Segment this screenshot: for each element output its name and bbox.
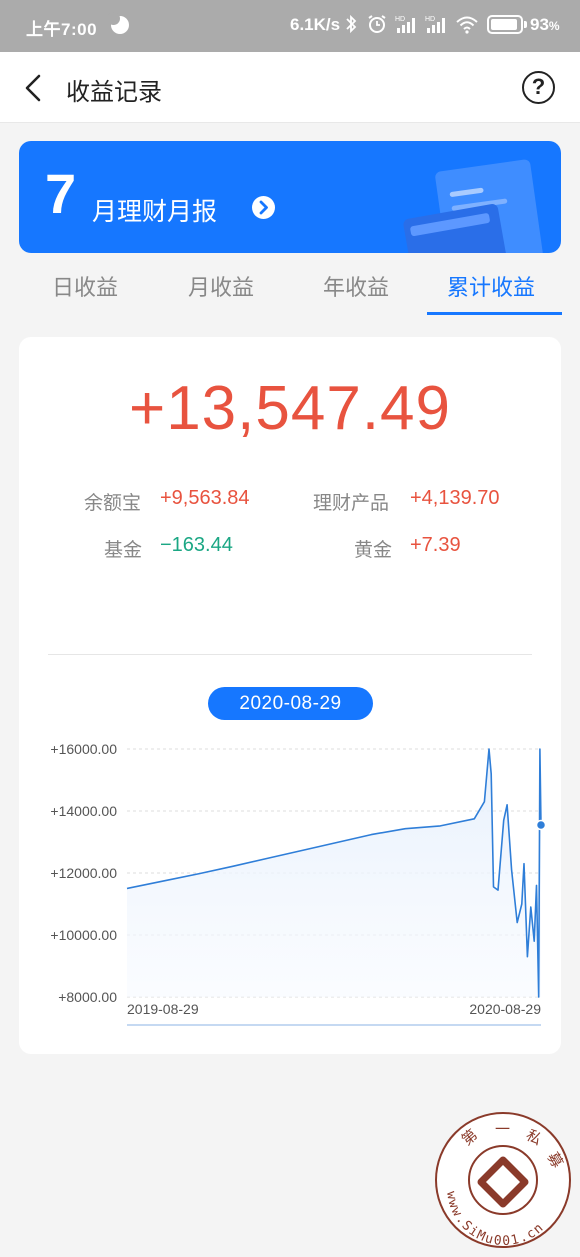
chevron-right-icon [252, 196, 275, 219]
battery-tip [524, 21, 527, 28]
monthly-report-banner[interactable]: 7 月理财月报 [19, 141, 561, 253]
category-value-funds: −163.44 [160, 534, 233, 556]
category-value-yuebao: +9,563.84 [160, 487, 250, 509]
status-time: 上午7:00 [26, 20, 98, 39]
watermark-logo: 第 一 私 募 www.SiMu001.cn [435, 1112, 571, 1249]
battery-icon [487, 15, 523, 34]
network-speed: 6.1K/s [290, 15, 341, 34]
y-tick-label: +10000.00 [50, 927, 117, 943]
tab-cumulative[interactable]: 累计收益 [447, 270, 535, 302]
svg-text:HD: HD [395, 16, 405, 23]
nav-bar: 收益记录 ? [0, 52, 580, 123]
report-illustration-icon [403, 159, 543, 253]
page-title: 收益记录 [66, 78, 162, 106]
selected-date-badge: 2020-08-29 [208, 687, 373, 720]
tab-yearly[interactable]: 年收益 [323, 270, 389, 302]
back-arrow-icon[interactable] [18, 72, 50, 104]
y-tick-label: +8000.00 [58, 989, 117, 1005]
divider [48, 654, 532, 655]
banner-text: 月理财月报 [92, 197, 218, 226]
y-tick-label: +14000.00 [50, 803, 117, 819]
tab-daily[interactable]: 日收益 [52, 270, 118, 302]
svg-text:HD: HD [425, 16, 435, 23]
wifi-icon [456, 16, 478, 34]
category-value-wealth-products: +4,139.70 [410, 487, 500, 509]
help-icon[interactable]: ? [522, 71, 555, 104]
alarm-icon [368, 15, 386, 33]
x-tick-label: 2020-08-29 [469, 1001, 541, 1017]
earnings-chart[interactable]: +16000.00 +14000.00 +12000.00 +10000.00 +800… [19, 729, 561, 1029]
earnings-tabs: 日收益 月收益 年收益 累计收益 [19, 258, 562, 316]
hd-signal-icon: HD [425, 16, 445, 33]
chart-highlight-point [535, 819, 547, 831]
battery-value: 93 [530, 15, 549, 34]
moon-icon [107, 12, 129, 34]
category-label-funds: 基金 [104, 539, 143, 561]
earnings-card: +13,547.49 余额宝 +9,563.84 理财产品 +4,139.70 … [19, 337, 561, 1054]
category-value-gold: +7.39 [410, 534, 461, 556]
bluetooth-icon [346, 14, 357, 34]
category-label-wealth-products: 理财产品 [313, 492, 390, 514]
status-icons: HD HD [343, 14, 479, 34]
battery-percent: 93% [530, 15, 560, 35]
hd-signal-icon: HD [395, 16, 415, 33]
total-earnings: +13,547.49 [128, 374, 452, 443]
y-tick-label: +12000.00 [50, 865, 117, 881]
battery-unit: % [548, 19, 560, 33]
category-label-gold: 黄金 [354, 539, 393, 561]
x-tick-label: 2019-08-29 [127, 1001, 199, 1017]
y-tick-label: +16000.00 [50, 741, 117, 757]
svg-text:一: 一 [495, 1120, 510, 1138]
banner-month: 7 [45, 162, 77, 225]
tab-monthly[interactable]: 月收益 [188, 270, 254, 302]
status-bar: 上午7:00 6.1K/s HD HD 93% [0, 0, 580, 52]
active-tab-indicator [427, 312, 562, 315]
category-label-yuebao: 余额宝 [84, 492, 142, 514]
